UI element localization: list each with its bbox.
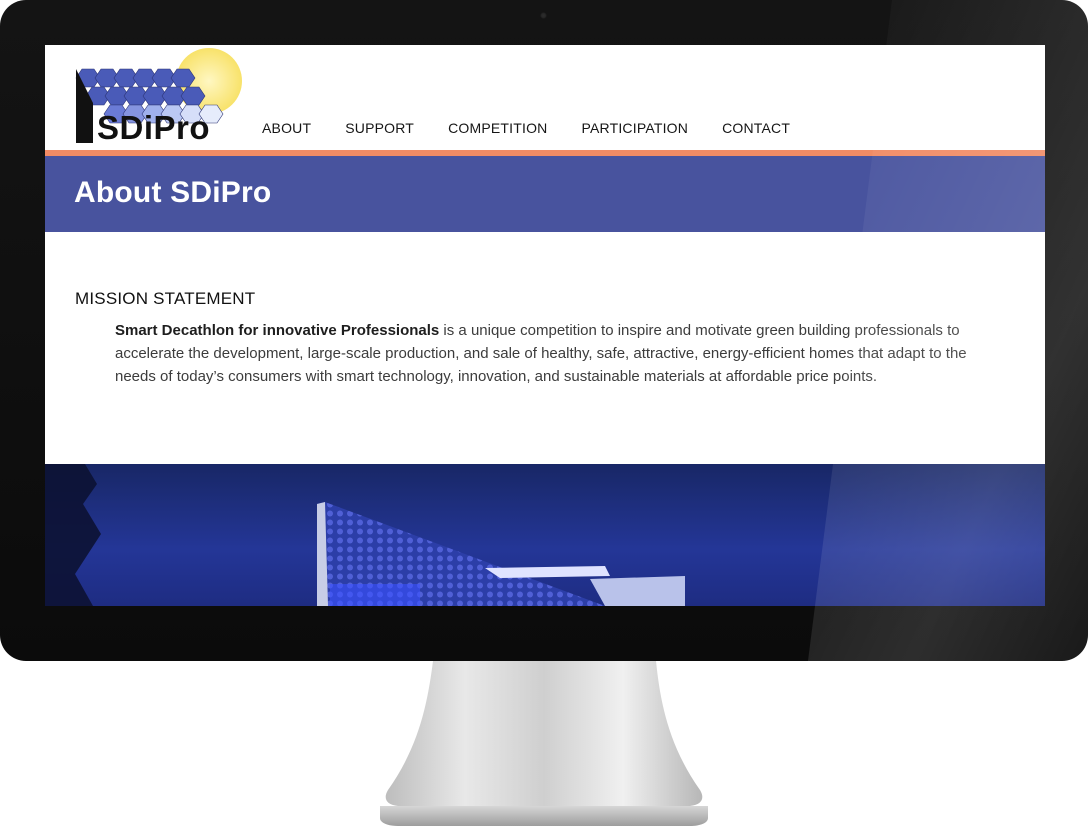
website-screen: SDiPro ABOUT SUPPORT COMPETITION PARTICI… xyxy=(45,45,1045,606)
building-night-photo xyxy=(45,464,1045,606)
nav-item-support[interactable]: SUPPORT xyxy=(345,120,414,136)
mission-heading: MISSION STATEMENT xyxy=(75,289,256,308)
site-logo[interactable]: SDiPro xyxy=(75,47,245,145)
nav-item-competition[interactable]: COMPETITION xyxy=(448,120,547,136)
mission-lead-text: Smart Decathlon for innovative Professio… xyxy=(115,322,440,339)
site-header: SDiPro ABOUT SUPPORT COMPETITION PARTICI… xyxy=(45,45,1045,150)
monitor-frame: SDiPro ABOUT SUPPORT COMPETITION PARTICI… xyxy=(0,0,1088,661)
camera-dot xyxy=(540,12,547,19)
nav-item-about[interactable]: ABOUT xyxy=(262,120,311,136)
page-banner: About SDiPro xyxy=(45,156,1045,232)
nav-item-participation[interactable]: PARTICIPATION xyxy=(581,120,688,136)
mission-section: MISSION STATEMENT Smart Decathlon for in… xyxy=(45,232,1045,464)
main-navigation: ABOUT SUPPORT COMPETITION PARTICIPATION … xyxy=(262,120,790,136)
hero-image xyxy=(45,464,1045,606)
mission-statement-text: Smart Decathlon for innovative Professio… xyxy=(115,319,985,388)
page-title: About SDiPro xyxy=(74,176,272,209)
nav-item-contact[interactable]: CONTACT xyxy=(722,120,790,136)
logo-wordmark: SDiPro xyxy=(97,109,211,146)
